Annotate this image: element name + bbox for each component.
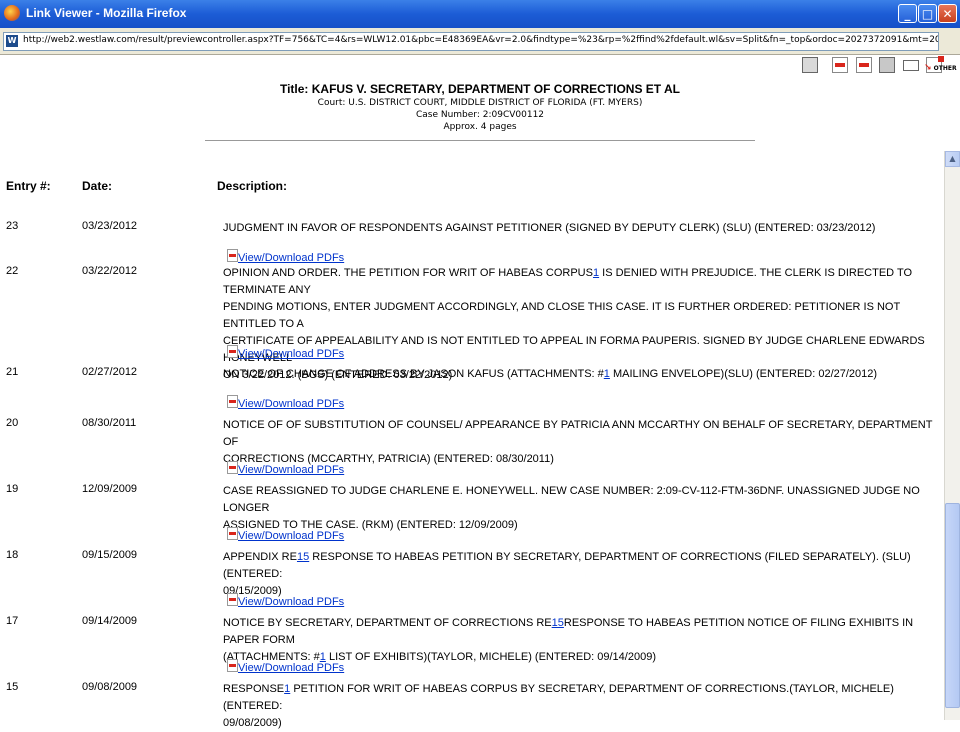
entry-date: 09/15/2009 bbox=[82, 549, 138, 561]
description-column-header: Description: bbox=[217, 179, 288, 193]
description-line: 09/08/2009) bbox=[223, 715, 943, 732]
description-text: PENDING MOTIONS, ENTER JUDGMENT ACCORDIN… bbox=[223, 301, 901, 330]
pdf-icon bbox=[227, 345, 238, 358]
description-text: APPENDIX RE bbox=[223, 551, 297, 563]
address-bar: W http://web2.westlaw.com/result/preview… bbox=[0, 28, 960, 55]
description-text: LIST OF EXHIBITS)(TAYLOR, MICHELE) (ENTE… bbox=[325, 651, 656, 663]
save-icon[interactable] bbox=[879, 57, 895, 73]
entry-description: NOTICE BY SECRETARY, DEPARTMENT OF CORRE… bbox=[223, 615, 943, 666]
entry-number: 21 bbox=[6, 366, 19, 378]
entry-date: 09/08/2009 bbox=[82, 681, 138, 693]
view-download-pdfs-link[interactable]: View/Download PDFs bbox=[238, 398, 344, 410]
close-button[interactable]: ✕ bbox=[938, 4, 957, 23]
page-content: ↘ OTHER Title: KAFUS V. SECRETARY, DEPAR… bbox=[0, 55, 960, 729]
pdf-icon bbox=[227, 659, 238, 672]
entry-date: 12/09/2009 bbox=[82, 483, 138, 495]
other-label: OTHER bbox=[933, 65, 957, 72]
vertical-scrollbar[interactable]: ▲ bbox=[944, 151, 960, 720]
pdf-icon bbox=[227, 527, 238, 540]
description-text: NOTICE OF CHANGE OF ADDRESS BY JASON KAF… bbox=[223, 368, 604, 380]
description-text: OPINION AND ORDER. THE PETITION FOR WRIT… bbox=[223, 267, 593, 279]
view-download-pdfs-link[interactable]: View/Download PDFs bbox=[238, 530, 344, 542]
page-count: Approx. 4 pages bbox=[443, 122, 517, 132]
pdf-icon bbox=[227, 461, 238, 474]
description-line: APPENDIX RE15 RESPONSE TO HABEAS PETITIO… bbox=[223, 549, 943, 583]
pdf-icon bbox=[227, 593, 238, 606]
description-line: RESPONSE1 PETITION FOR WRIT OF HABEAS CO… bbox=[223, 681, 943, 715]
view-download-pdfs-link[interactable]: View/Download PDFs bbox=[238, 662, 344, 674]
description-line: NOTICE OF OF SUBSTITUTION OF COUNSEL/ AP… bbox=[223, 417, 943, 451]
description-line: NOTICE OF CHANGE OF ADDRESS BY JASON KAF… bbox=[223, 366, 943, 383]
maximize-button[interactable]: □ bbox=[918, 4, 937, 23]
entry-description: NOTICE OF OF SUBSTITUTION OF COUNSEL/ AP… bbox=[223, 417, 943, 468]
firefox-icon bbox=[4, 5, 20, 21]
entry-number: 19 bbox=[6, 483, 19, 495]
date-column-header: Date: bbox=[82, 179, 113, 193]
email-icon[interactable] bbox=[903, 60, 919, 71]
url-text: http://web2.westlaw.com/result/previewco… bbox=[23, 35, 938, 45]
other-button[interactable]: ↘ OTHER bbox=[924, 63, 957, 73]
page-title: Title: KAFUS V. SECRETARY, DEPARTMENT OF… bbox=[279, 82, 681, 96]
entry-description: CASE REASSIGNED TO JUDGE CHARLENE E. HON… bbox=[223, 483, 943, 534]
document-link[interactable]: 15 bbox=[552, 617, 564, 629]
description-text: RESPONSE TO HABEAS PETITION BY SECRETARY… bbox=[223, 551, 911, 580]
description-text: MAILING ENVELOPE)(SLU) (ENTERED: 02/27/2… bbox=[609, 368, 878, 380]
document-link[interactable]: 15 bbox=[297, 551, 309, 563]
entry-date: 08/30/2011 bbox=[82, 417, 137, 429]
description-text: JUDGMENT IN FAVOR OF RESPONDENTS AGAINST… bbox=[223, 222, 876, 234]
minimize-button[interactable]: _ bbox=[898, 4, 917, 23]
description-line: JUDGMENT IN FAVOR OF RESPONDENTS AGAINST… bbox=[223, 220, 943, 237]
entry-number: 17 bbox=[6, 615, 19, 627]
description-text: RESPONSE bbox=[223, 683, 285, 695]
entry-number: 15 bbox=[6, 681, 19, 693]
description-text: NOTICE BY SECRETARY, DEPARTMENT OF CORRE… bbox=[223, 617, 552, 629]
arrow-icon: ↘ bbox=[924, 63, 932, 73]
scrollbar-thumb[interactable] bbox=[945, 503, 960, 708]
description-line: CASE REASSIGNED TO JUDGE CHARLENE E. HON… bbox=[223, 483, 943, 517]
entry-description: APPENDIX RE15 RESPONSE TO HABEAS PETITIO… bbox=[223, 549, 943, 600]
window-title: Link Viewer - Mozilla Firefox bbox=[26, 6, 187, 20]
description-line: PENDING MOTIONS, ENTER JUDGMENT ACCORDIN… bbox=[223, 299, 943, 333]
entry-date: 02/27/2012 bbox=[82, 366, 138, 378]
entry-description: RESPONSE1 PETITION FOR WRIT OF HABEAS CO… bbox=[223, 681, 943, 732]
scroll-up-button[interactable]: ▲ bbox=[945, 151, 960, 167]
description-text: PETITION FOR WRIT OF HABEAS CORPUS BY SE… bbox=[223, 683, 894, 712]
case-number: Case Number: 2:09CV00112 bbox=[415, 110, 545, 120]
print-icon[interactable] bbox=[802, 57, 818, 73]
entry-number: 20 bbox=[6, 417, 19, 429]
entry-number: 23 bbox=[6, 220, 19, 232]
pdf-icon[interactable] bbox=[856, 57, 872, 73]
divider bbox=[205, 140, 755, 141]
site-icon: W bbox=[6, 35, 18, 47]
pdf-icon[interactable] bbox=[832, 57, 848, 73]
entry-date: 03/22/2012 bbox=[82, 265, 138, 277]
description-line: NOTICE BY SECRETARY, DEPARTMENT OF CORRE… bbox=[223, 615, 943, 649]
pdf-icon bbox=[227, 249, 238, 262]
entry-number: 18 bbox=[6, 549, 19, 561]
description-text: NOTICE OF OF SUBSTITUTION OF COUNSEL/ AP… bbox=[223, 419, 933, 448]
court-name: Court: U.S. DISTRICT COURT, MIDDLE DISTR… bbox=[317, 98, 643, 108]
title-bar: Link Viewer - Mozilla Firefox _ □ ✕ bbox=[0, 0, 960, 28]
view-download-pdfs-link[interactable]: View/Download PDFs bbox=[238, 348, 344, 360]
pdf-icon bbox=[227, 395, 238, 408]
entry-column-header: Entry #: bbox=[6, 179, 51, 193]
entry-description: NOTICE OF CHANGE OF ADDRESS BY JASON KAF… bbox=[223, 366, 943, 383]
entry-description: JUDGMENT IN FAVOR OF RESPONDENTS AGAINST… bbox=[223, 220, 943, 237]
entry-number: 22 bbox=[6, 265, 19, 277]
entry-date: 03/23/2012 bbox=[82, 220, 138, 232]
description-text: 09/08/2009) bbox=[223, 717, 282, 729]
view-download-pdfs-link[interactable]: View/Download PDFs bbox=[238, 596, 344, 608]
description-line: OPINION AND ORDER. THE PETITION FOR WRIT… bbox=[223, 265, 943, 299]
description-text: CASE REASSIGNED TO JUDGE CHARLENE E. HON… bbox=[223, 485, 920, 514]
url-field[interactable]: W http://web2.westlaw.com/result/preview… bbox=[3, 32, 939, 51]
entry-date: 09/14/2009 bbox=[82, 615, 138, 627]
view-download-pdfs-link[interactable]: View/Download PDFs bbox=[238, 252, 344, 264]
view-download-pdfs-link[interactable]: View/Download PDFs bbox=[238, 464, 344, 476]
